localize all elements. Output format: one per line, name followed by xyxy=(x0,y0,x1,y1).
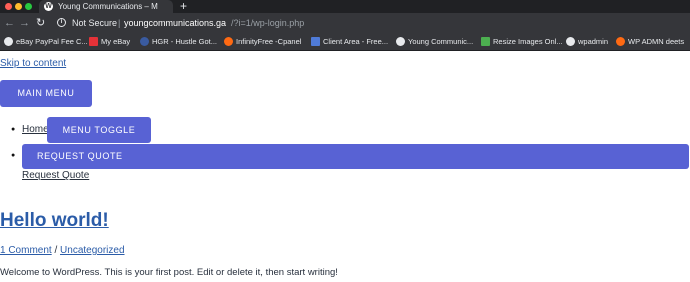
tab-title: Young Communications – My W xyxy=(58,2,158,11)
address-bar[interactable]: i Not Secure | youngcommunications.ga /?… xyxy=(54,15,684,31)
hgr-icon xyxy=(140,37,149,46)
meta-separator: / xyxy=(51,245,61,256)
request-quote-button[interactable]: REQUEST QUOTE xyxy=(22,144,689,169)
list-bullet: ● xyxy=(11,126,16,133)
tab-young-communications[interactable]: W Young Communications – My W × xyxy=(39,0,173,13)
maximize-window-button[interactable] xyxy=(25,3,32,10)
url-path: /?i=1/wp-login.php xyxy=(231,18,305,28)
resize-icon xyxy=(481,37,490,46)
post-excerpt: Welcome to WordPress. This is your first… xyxy=(0,267,338,278)
infinityfree-icon xyxy=(224,37,233,46)
address-separator: | xyxy=(118,18,121,28)
new-tab-button[interactable]: + xyxy=(180,0,187,13)
request-quote-link[interactable]: Request Quote xyxy=(22,170,89,181)
post-meta: 1 Comment / Uncategorized xyxy=(0,245,125,256)
menu-toggle-button[interactable]: MENU TOGGLE xyxy=(47,117,151,143)
back-arrow-icon[interactable]: ← xyxy=(4,16,15,30)
wordpress-icon xyxy=(566,37,575,46)
wordpress-icon: W xyxy=(44,2,53,11)
category-link[interactable]: Uncategorized xyxy=(60,245,124,256)
wordpress-icon xyxy=(396,37,405,46)
bookmarks-bar: eBay PayPal Fee C... My eBay HGR - Hustl… xyxy=(0,33,690,51)
browser-toolbar: ← → ↻ i Not Secure | youngcommunications… xyxy=(0,13,690,33)
client-area-icon xyxy=(311,37,320,46)
infinityfree-icon xyxy=(616,37,625,46)
globe-icon xyxy=(4,37,13,46)
forward-arrow-icon[interactable]: → xyxy=(19,16,30,30)
reload-icon[interactable]: ↻ xyxy=(36,16,45,30)
security-label: Not Secure xyxy=(72,18,118,28)
skip-to-content-link[interactable]: Skip to content xyxy=(0,58,66,69)
comments-link[interactable]: 1 Comment xyxy=(0,245,52,256)
close-window-button[interactable] xyxy=(5,3,12,10)
ebay-icon xyxy=(89,37,98,46)
post-title-link[interactable]: Hello world! xyxy=(0,210,109,232)
home-link[interactable]: Home xyxy=(22,124,49,135)
url-host: youngcommunications.ga xyxy=(124,18,227,28)
list-bullet: ● xyxy=(11,152,16,159)
tab-bar: W Young Communications – My W × + xyxy=(0,0,690,13)
minimize-window-button[interactable] xyxy=(15,3,22,10)
info-icon[interactable]: i xyxy=(57,18,66,27)
main-menu-button[interactable]: MAIN MENU xyxy=(0,80,92,107)
